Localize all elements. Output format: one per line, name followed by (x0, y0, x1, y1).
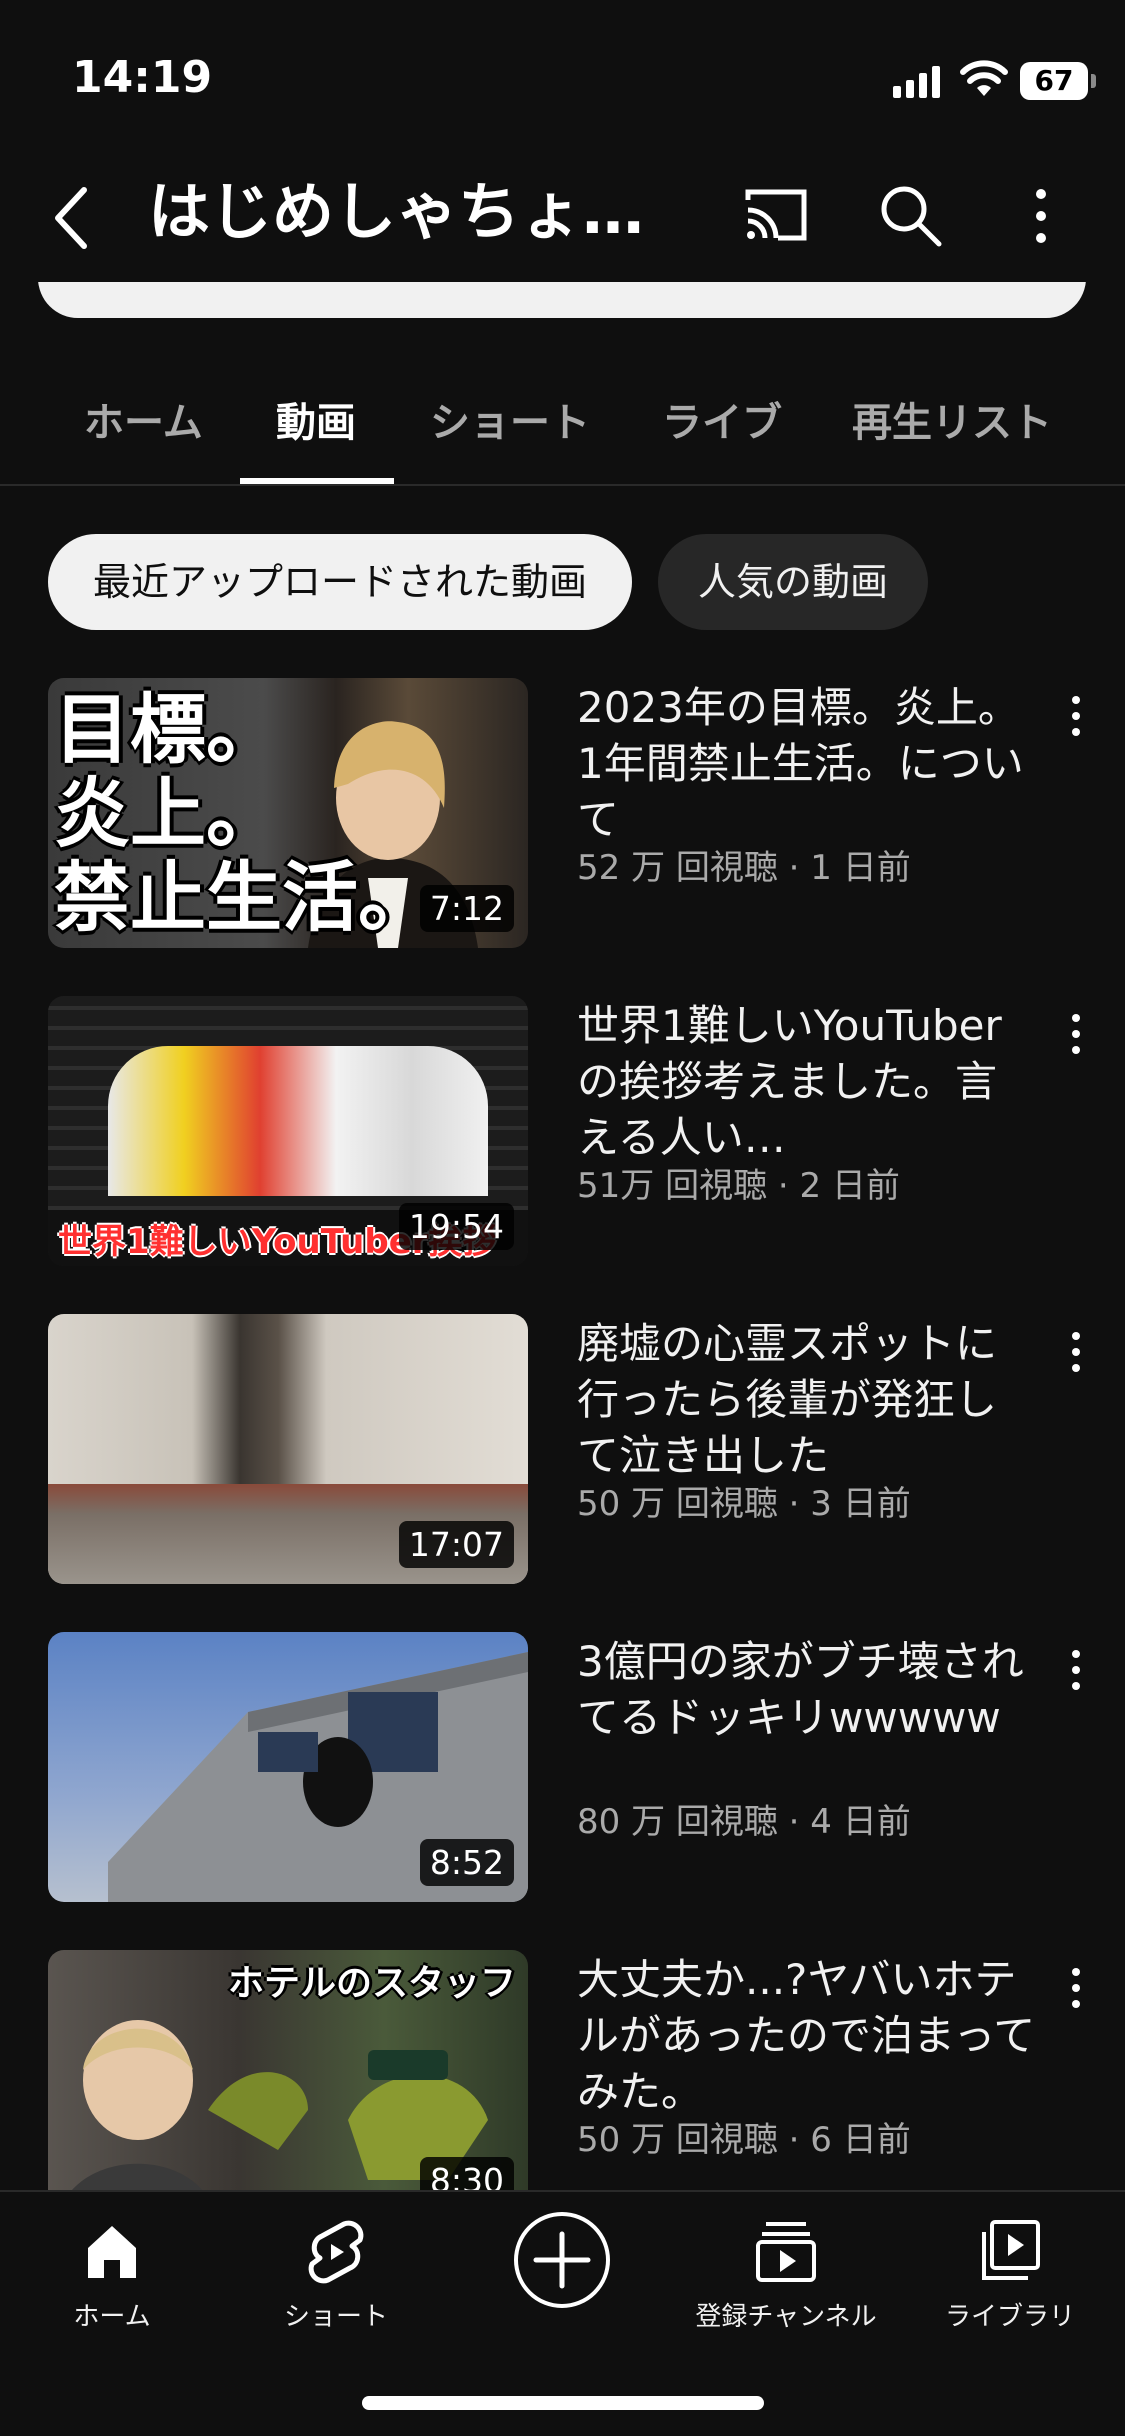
tab-live[interactable]: ライブ (662, 390, 782, 448)
channel-title: はじめしゃちょ… (148, 175, 645, 248)
thumbnail-caption: ホテルのスタッフ (228, 1963, 517, 2004)
thumbnail-group-photo (108, 1046, 488, 1196)
video-title[interactable]: 世界1難しいYouTuberの挨拶考えました。言える人い… (577, 998, 1037, 1166)
tab-home[interactable]: ホーム (84, 390, 203, 448)
status-time: 14:19 (72, 52, 213, 103)
video-duration: 7:12 (419, 885, 514, 932)
tab-videos[interactable]: 動画 (276, 390, 356, 448)
more-options-icon[interactable] (1020, 184, 1062, 248)
video-item[interactable]: 8:52 3億円の家がブチ壊されてるドッキリwwwww 80 万 回視聴 · 4… (0, 1632, 1125, 1932)
channel-tabs: ホーム 動画 ショート ライブ 再生リスト (0, 350, 1125, 486)
video-duration: 8:52 (419, 1839, 514, 1886)
status-bar: 14:19 67 (0, 0, 1125, 150)
video-item[interactable]: 世界1難しいYouTuber挨拶 19:54 世界1難しいYouTuberの挨拶… (0, 996, 1125, 1296)
video-item[interactable]: 17:07 廃墟の心霊スポットに行ったら後輩が発狂して泣き出した 50 万 回視… (0, 1314, 1125, 1614)
video-title[interactable]: 3億円の家がブチ壊されてるドッキリwwwww (577, 1634, 1037, 1746)
back-arrow-icon[interactable] (44, 178, 104, 258)
video-more-icon[interactable] (1068, 1966, 1084, 2010)
video-thumbnail[interactable]: ホテルのスタッフ 8:30 (48, 1950, 528, 2220)
nav-shorts[interactable]: ショート (226, 2216, 446, 2333)
video-title[interactable]: 廃墟の心霊スポットに行ったら後輩が発狂して泣き出した (577, 1316, 1037, 1484)
home-indicator (362, 2396, 764, 2410)
cast-icon[interactable] (742, 186, 810, 244)
nav-home[interactable]: ホーム (2, 2216, 222, 2333)
video-meta: 50 万 回視聴 · 3 日前 (577, 1484, 911, 1524)
subscriptions-icon (756, 2222, 816, 2282)
video-thumbnail[interactable]: 8:52 (48, 1632, 528, 1902)
create-icon[interactable] (512, 2210, 612, 2310)
shorts-icon (308, 2220, 364, 2284)
video-item[interactable]: 目標。 炎上。 禁止生活。 7:12 2023年の目標。炎上。1年間禁止生活。に… (0, 678, 1125, 978)
video-thumbnail[interactable]: 世界1難しいYouTuber挨拶 19:54 (48, 996, 528, 1266)
video-more-icon[interactable] (1068, 1330, 1084, 1374)
video-duration: 17:07 (398, 1521, 514, 1568)
video-thumbnail[interactable]: 目標。 炎上。 禁止生活。 7:12 (48, 678, 528, 948)
nav-library-label: ライブラリ (944, 2302, 1075, 2332)
tab-shorts[interactable]: ショート (430, 390, 590, 448)
video-meta: 80 万 回視聴 · 4 日前 (577, 1802, 911, 1842)
search-icon[interactable] (877, 182, 943, 248)
tab-playlists[interactable]: 再生リスト (852, 390, 1052, 448)
nav-shorts-label: ショート (283, 2302, 388, 2332)
video-duration: 19:54 (398, 1203, 514, 1250)
wifi-icon (960, 60, 1008, 96)
video-meta: 52 万 回視聴 · 1 日前 (577, 848, 911, 888)
video-thumbnail[interactable]: 17:07 (48, 1314, 528, 1584)
video-more-icon[interactable] (1068, 1012, 1084, 1056)
chip-recently-uploaded[interactable]: 最近アップロードされた動画 (48, 534, 632, 630)
battery-icon: 67 (1020, 62, 1096, 100)
video-title[interactable]: 2023年の目標。炎上。1年間禁止生活。について (577, 680, 1037, 848)
home-icon (88, 2226, 136, 2278)
chip-popular[interactable]: 人気の動画 (658, 534, 928, 630)
nav-library[interactable]: ライブラリ (900, 2216, 1120, 2333)
thumbnail-caption: 禁止生活。 (54, 853, 434, 942)
video-more-icon[interactable] (1068, 1648, 1084, 1692)
video-meta: 50 万 回視聴 · 6 日前 (577, 2120, 911, 2160)
nav-home-label: ホーム (73, 2302, 151, 2332)
library-icon (982, 2220, 1040, 2280)
thumbnail-caption: 炎上。 (54, 769, 282, 858)
video-more-icon[interactable] (1068, 694, 1084, 738)
nav-subscriptions-label: 登録チャンネル (695, 2302, 877, 2332)
nav-subscriptions[interactable]: 登録チャンネル (676, 2216, 896, 2333)
cellular-signal-icon (893, 66, 940, 98)
thumbnail-caption: 目標。 (54, 685, 282, 774)
video-meta: 51万 回視聴 · 2 日前 (577, 1166, 900, 1206)
active-tab-indicator (240, 478, 394, 484)
video-title[interactable]: 大丈夫か...?ヤバいホテルがあったので泊まってみた。 (577, 1952, 1037, 2120)
channel-header: はじめしゃちょ… (0, 150, 1125, 280)
